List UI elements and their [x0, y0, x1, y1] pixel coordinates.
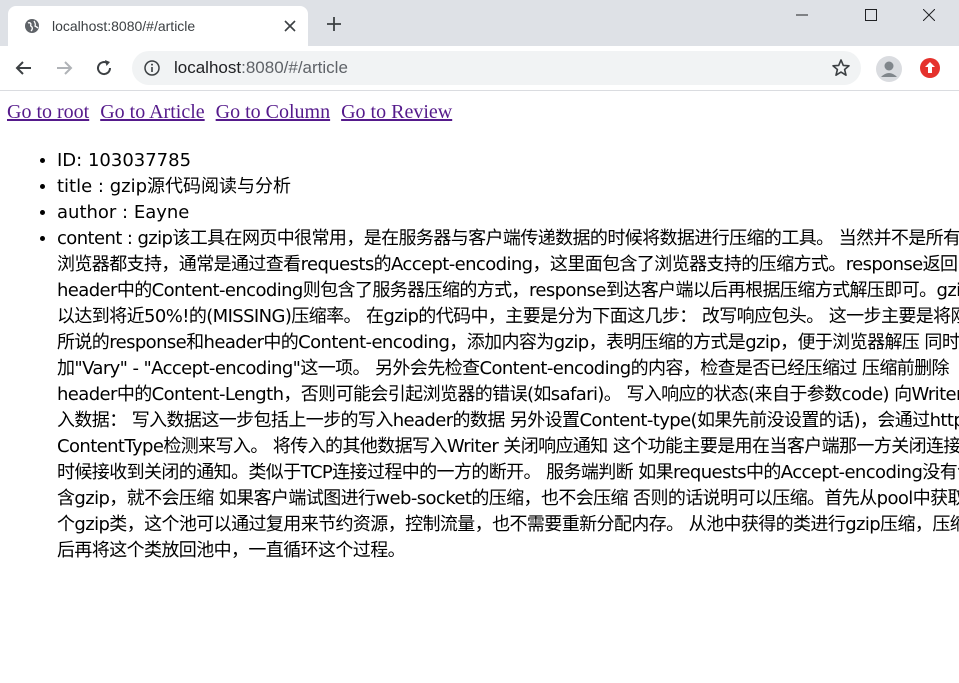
star-icon[interactable] [831, 58, 851, 78]
id-label: ID: [57, 150, 88, 171]
info-icon[interactable] [144, 60, 160, 76]
field-author: author : Eayne [57, 200, 959, 226]
browser-toolbar: localhost:8080/#/article [0, 46, 959, 91]
extension-icon[interactable] [919, 57, 941, 79]
plus-icon[interactable] [322, 12, 346, 36]
field-content: content : gzip该工具在网页中很常用，是在服务器与客户端传递数据的时… [57, 226, 959, 564]
field-title: title : gzip源代码阅读与分析 [57, 174, 959, 200]
back-arrow-icon[interactable] [10, 54, 38, 82]
maximize-icon[interactable] [848, 0, 893, 30]
title-label: title : [57, 176, 110, 197]
content-value: gzip该工具在网页中很常用，是在服务器与客户端传递数据的时候将数据进行压缩的工… [57, 228, 959, 561]
link-go-to-review[interactable]: Go to Review [341, 101, 452, 123]
url-host: localhost [174, 58, 242, 77]
close-icon[interactable] [282, 18, 298, 34]
nav-links: Go to root Go to Article Go to Column Go… [7, 101, 452, 124]
url-text[interactable]: localhost:8080/#/article [174, 58, 348, 78]
author-value: Eayne [133, 202, 190, 223]
field-id: ID: 103037785 [57, 148, 959, 174]
tab-strip: localhost:8080/#/article [0, 0, 959, 46]
address-bar[interactable]: localhost:8080/#/article [132, 51, 861, 85]
forward-arrow-icon[interactable] [50, 54, 78, 82]
tab-title: localhost:8080/#/article [52, 18, 196, 34]
link-go-to-root[interactable]: Go to root [7, 101, 89, 123]
author-label: author : [57, 202, 134, 223]
globe-icon [24, 18, 40, 34]
id-value: 103037785 [87, 150, 192, 171]
reload-icon[interactable] [90, 54, 118, 82]
title-value: gzip源代码阅读与分析 [109, 176, 292, 197]
window-close-icon[interactable] [906, 0, 951, 30]
minimize-icon[interactable] [779, 0, 824, 30]
link-go-to-column[interactable]: Go to Column [216, 101, 330, 123]
link-go-to-article[interactable]: Go to Article [100, 101, 204, 123]
article-fields: ID: 103037785 title : gzip源代码阅读与分析 autho… [15, 148, 959, 564]
avatar-icon[interactable] [876, 56, 902, 82]
content-label: content : [57, 228, 138, 249]
url-path: :8080/#/article [241, 58, 348, 77]
browser-tab[interactable]: localhost:8080/#/article [8, 6, 308, 46]
